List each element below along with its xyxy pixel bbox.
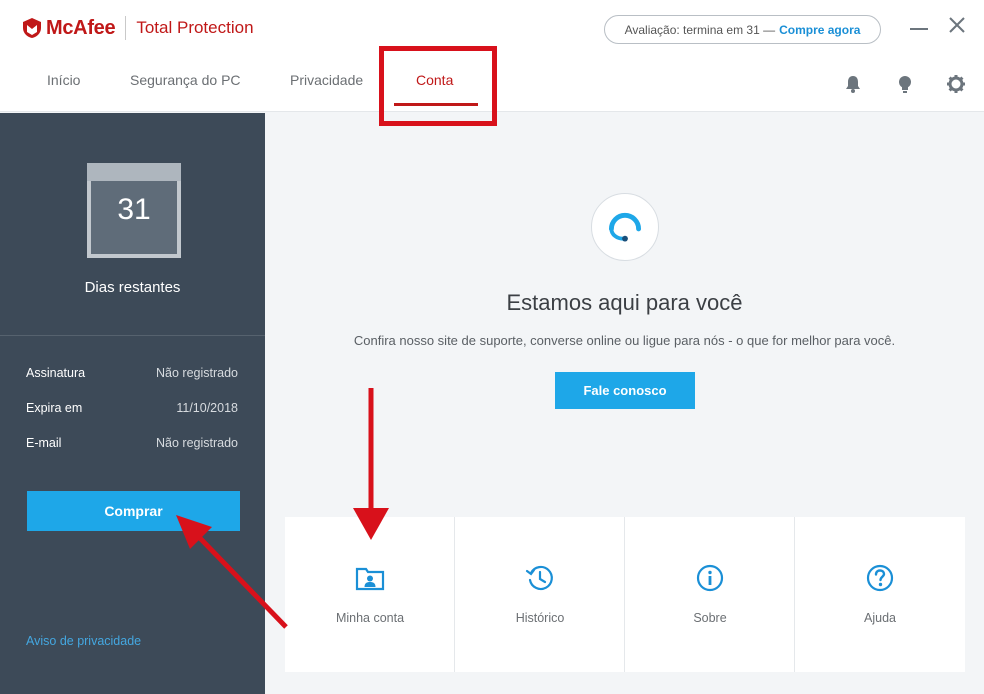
card-help[interactable]: Ajuda [795,517,965,672]
days-remaining-label: Dias restantes [84,279,181,296]
card-history-label: Histórico [515,611,565,625]
headset-icon [608,212,642,242]
card-about-label: Sobre [693,611,727,625]
close-window-icon[interactable] [946,14,968,36]
calendar-body: 31 [87,181,181,258]
subscription-value: Não registrado [156,366,238,380]
card-my-account[interactable]: Minha conta [285,517,455,672]
buy-now-link[interactable]: Compre agora [779,23,860,37]
trial-banner: Avaliação: termina em 31 — Compre agora [604,15,881,44]
trial-text: Avaliação: termina em 31 — [624,22,776,37]
calendar-top [87,163,181,181]
buy-button[interactable]: Comprar [27,491,240,531]
expires-value: 11/10/2018 [176,401,238,415]
expires-row: Expira em 11/10/2018 [26,401,238,415]
privacy-notice-link[interactable]: Aviso de privacidade [26,634,141,648]
support-title: Estamos aqui para você [506,290,743,315]
account-folder-icon [355,567,385,591]
days-remaining-number: 31 [117,193,151,226]
tab-inicio[interactable]: Início [47,72,80,88]
info-icon [696,564,724,592]
lightbulb-icon[interactable] [895,74,915,94]
mcafee-logo-text: McAfee [46,16,116,39]
expires-label: Expira em [26,401,83,415]
brand-separator [125,16,127,40]
calendar-icon: 31 [87,163,181,258]
tab-seguranca-pc[interactable]: Segurança do PC [130,72,241,88]
brand: McAfee Total Protection [22,14,254,42]
subscription-row: Assinatura Não registrado [26,366,238,380]
product-name: Total Protection [136,18,254,37]
account-sidebar: 31 Dias restantes Assinatura Não registr… [0,113,265,694]
support-description: Confira nosso site de suporte, converse … [353,333,896,348]
mcafee-shield-icon [23,18,41,38]
card-about[interactable]: Sobre [625,517,795,672]
tab-privacidade[interactable]: Privacidade [290,72,363,88]
sidebar-divider [0,335,265,336]
contact-us-button[interactable]: Fale conosco [555,372,695,409]
help-icon [866,564,894,592]
history-icon [525,565,553,591]
gear-icon[interactable] [946,74,966,94]
card-history[interactable]: Histórico [455,517,625,672]
email-label: E-mail [26,436,62,450]
subscription-label: Assinatura [26,366,86,380]
card-my-account-label: Minha conta [335,611,405,625]
email-row: E-mail Não registrado [26,436,238,450]
email-value: Não registrado [156,436,238,450]
card-help-label: Ajuda [864,611,896,625]
notification-bell-icon[interactable] [843,74,863,94]
support-headset-icon [591,193,659,261]
account-cards: Minha conta Histórico Sobre Ajuda [285,517,965,672]
annotation-highlight-box [379,46,497,126]
minimize-button[interactable] [910,28,928,30]
